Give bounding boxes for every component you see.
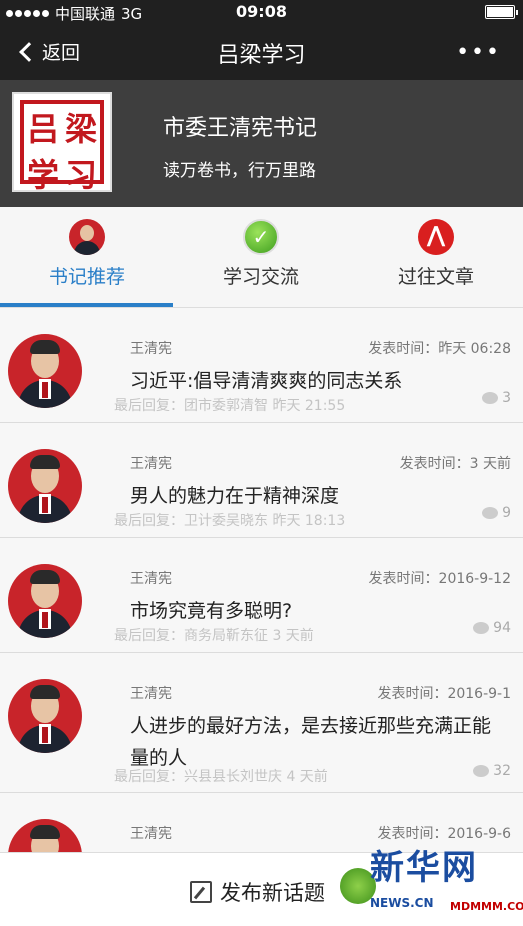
article-title: 市场究竟有多聪明? [130, 600, 293, 622]
profile-title: 市委王清宪书记 [163, 116, 318, 141]
tab-label: 学习交流 [222, 266, 299, 288]
list-item[interactable]: 王清宪 发表时间：2016-9-12 市场究竟有多聪明? 最后回复：商务局靳东征… [0, 538, 523, 653]
comment-number: 3 [502, 390, 511, 406]
comment-bubble-icon [482, 392, 499, 404]
comment-bubble-icon [473, 622, 490, 634]
author-name: 王清宪 [130, 456, 172, 472]
tab-bar: 书记推荐 学习交流 过往文章 [0, 207, 523, 308]
author-avatar [8, 449, 82, 523]
tab-past-articles[interactable]: 过往文章 [349, 207, 523, 307]
comment-count: 32 [473, 763, 511, 779]
list-item[interactable]: 王清宪 发表时间：2016-9-1 人进步的最好方法，是去接近那些充满正能量的人… [0, 653, 523, 793]
seal-char: 梁 [64, 110, 97, 148]
clock: 09:08 [236, 2, 287, 21]
tab-label: 书记推荐 [48, 266, 125, 288]
publish-label: 发布新话题 [220, 881, 325, 905]
status-bar: 中国联通 3G 09:08 [0, 0, 523, 24]
author-name: 王清宪 [130, 571, 172, 587]
publish-topic-button[interactable]: 发布新话题 [0, 852, 523, 926]
seal-logo: 吕 梁 学 习 [12, 92, 112, 194]
list-item[interactable]: 王清宪 发表时间：3 天前 男人的魅力在于精神深度 最后回复：卫计委吴晓东 昨天… [0, 423, 523, 538]
edit-icon [190, 881, 212, 903]
post-date: 发表时间：2016-9-12 [368, 571, 511, 587]
post-date: 发表时间：3 天前 [399, 456, 511, 472]
page-title: 吕梁学习 [217, 43, 306, 68]
author-avatar [8, 564, 82, 638]
article-title: 习近平:倡导清清爽爽的同志关系 [130, 370, 403, 392]
comment-count: 94 [473, 620, 511, 636]
last-reply: 最后回复：兴县县长刘世庆 4 天前 [114, 769, 328, 785]
author-name: 王清宪 [130, 341, 172, 357]
post-date: 发表时间：昨天 06:28 [368, 341, 511, 357]
author-name: 王清宪 [130, 826, 172, 842]
post-date: 发表时间：2016-9-1 [377, 686, 511, 702]
last-reply: 最后回复：团市委郭清智 昨天 21:55 [114, 398, 346, 414]
author-name: 王清宪 [130, 686, 172, 702]
tab-secretary-recommend[interactable]: 书记推荐 [0, 207, 174, 307]
author-avatar [8, 679, 82, 753]
last-reply: 最后回复：商务局靳东征 3 天前 [114, 628, 314, 644]
post-date: 发表时间：2016-9-6 [377, 826, 511, 842]
avatar-icon [69, 219, 105, 255]
comment-number: 32 [493, 763, 511, 779]
seal-stamp: 吕 梁 学 习 [20, 100, 104, 194]
red-figure-icon [418, 219, 454, 255]
seal-char: 吕 [26, 110, 59, 148]
last-reply: 最后回复：卫计委吴晓东 昨天 18:13 [114, 513, 346, 529]
comment-bubble-icon [482, 507, 499, 519]
active-tab-indicator [0, 303, 173, 307]
article-title: 男人的魅力在于精神深度 [130, 485, 340, 507]
comment-number: 9 [502, 505, 511, 521]
article-title: 人进步的最好方法，是去接近那些充满正能量的人 [130, 715, 492, 769]
author-avatar [8, 334, 82, 408]
battery-icon [485, 5, 518, 19]
comment-count: 3 [482, 390, 511, 406]
list-item[interactable]: 王清宪 发表时间：昨天 06:28 习近平:倡导清清爽爽的同志关系 最后回复：团… [0, 308, 523, 423]
green-check-icon [243, 219, 279, 255]
profile-subtitle: 读万卷书，行万里路 [163, 161, 316, 181]
comment-bubble-icon [473, 765, 490, 777]
more-options-button[interactable]: ••• [456, 40, 501, 65]
comment-count: 9 [482, 505, 511, 521]
navigation-bar: 返回 吕梁学习 ••• [0, 24, 523, 80]
profile-header: 吕 梁 学 习 市委王清宪书记 读万卷书，行万里路 [0, 80, 523, 207]
comment-number: 94 [493, 620, 511, 636]
publish-control[interactable]: 发布新话题 [190, 877, 325, 907]
tab-study-exchange[interactable]: 学习交流 [174, 207, 348, 307]
seal-char: 习 [64, 156, 97, 194]
seal-char: 学 [26, 156, 59, 194]
tab-label: 过往文章 [397, 266, 474, 288]
